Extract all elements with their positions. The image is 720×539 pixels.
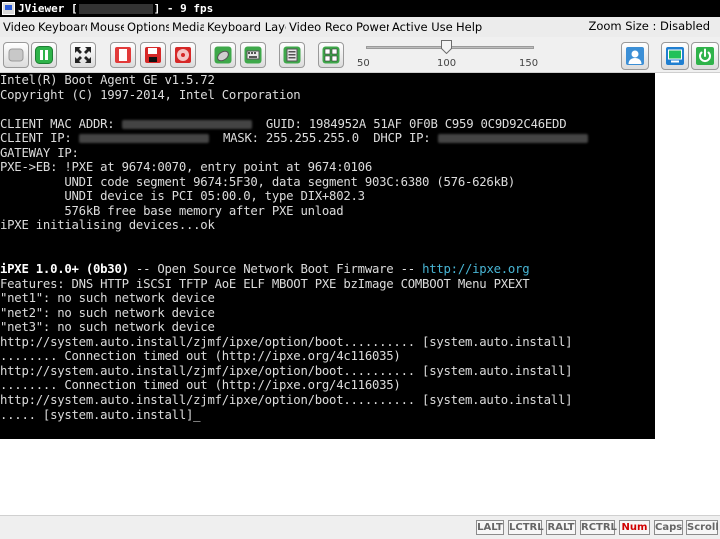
hotkey-icon bbox=[283, 46, 301, 64]
redacted-client-ip bbox=[78, 134, 209, 144]
scroll-lock-indicator[interactable]: Scroll bbox=[686, 520, 719, 535]
active-user-button[interactable] bbox=[621, 42, 649, 70]
multi-window-button[interactable] bbox=[318, 42, 344, 68]
menu-video-record[interactable]: Video Recor bbox=[286, 20, 353, 34]
menu-active-user[interactable]: Active User bbox=[389, 20, 453, 34]
console-line: http://system.auto.install/zjmf/ipxe/opt… bbox=[0, 363, 573, 378]
stop-button[interactable] bbox=[3, 42, 29, 68]
console-line: MASK: 255.255.255.0 DHCP IP: bbox=[208, 131, 438, 146]
console-line: http://system.auto.install/zjmf/ipxe/opt… bbox=[0, 393, 573, 408]
lctrl-key-indicator[interactable]: LCTRL bbox=[508, 520, 544, 535]
console-line: "net1": no such network device bbox=[0, 291, 215, 306]
console-margin bbox=[655, 73, 720, 439]
console-line: GATEWAY IP: bbox=[0, 145, 79, 160]
menu-options[interactable]: Options bbox=[124, 20, 169, 34]
user-icon bbox=[626, 47, 644, 65]
power-icon bbox=[696, 47, 714, 65]
hotkey-button[interactable] bbox=[279, 42, 305, 68]
window-title: JViewer [ ] - 9 fps bbox=[18, 2, 213, 15]
multi-window-icon bbox=[322, 46, 340, 64]
zoom-status: Zoom Size : Disabled bbox=[588, 19, 710, 33]
document-icon bbox=[115, 47, 131, 63]
menu-mouse[interactable]: Mouse bbox=[87, 20, 124, 34]
fullscreen-icon bbox=[75, 47, 91, 63]
redacted-host bbox=[78, 4, 153, 14]
cdrom-icon bbox=[175, 47, 191, 63]
keyboard-button[interactable] bbox=[240, 42, 266, 68]
redacted-mac bbox=[121, 119, 252, 129]
console-line: ........ Connection timed out (http://ip… bbox=[0, 378, 401, 393]
console-line: Features: DNS HTTP iSCSI TFTP AoE ELF MB… bbox=[0, 276, 530, 291]
zoom-tick-100: 100 bbox=[437, 58, 457, 69]
caps-lock-indicator[interactable]: Caps bbox=[654, 520, 683, 535]
menu-help[interactable]: Help bbox=[453, 20, 487, 34]
console-line: CLIENT MAC ADDR: bbox=[0, 116, 122, 131]
zoom-slider[interactable]: 50 100 150 bbox=[357, 39, 539, 71]
remote-console-screen[interactable]: Intel(R) Boot Agent GE v1.5.72 Copyright… bbox=[0, 73, 655, 439]
menu-keyboard[interactable]: Keyboard bbox=[35, 20, 87, 34]
ralt-key-indicator[interactable]: RALT bbox=[546, 520, 576, 535]
zoom-tick-50: 50 bbox=[357, 58, 370, 69]
console-line: -- Open Source Network Boot Firmware -- bbox=[128, 262, 423, 277]
menu-bar: Video Keyboard Mouse Options Media Keybo… bbox=[0, 17, 720, 37]
console-line: "net3": no such network device bbox=[0, 320, 215, 335]
console-line: UNDI code segment 9674:5F30, data segmen… bbox=[0, 174, 516, 189]
console-cursor: _ bbox=[193, 407, 201, 422]
menu-power[interactable]: Power bbox=[353, 20, 389, 34]
lalt-key-indicator[interactable]: LALT bbox=[476, 520, 504, 535]
console-line: Intel(R) Boot Agent GE v1.5.72 bbox=[0, 73, 215, 87]
console-line: CLIENT IP: bbox=[0, 131, 79, 146]
mouse-button[interactable] bbox=[210, 42, 236, 68]
monitor-icon bbox=[666, 47, 684, 65]
stop-icon bbox=[8, 48, 24, 62]
window-title-suffix: ] - 9 fps bbox=[153, 2, 214, 15]
redacted-dhcp-ip bbox=[437, 134, 588, 144]
console-line: GUID: 1984952A 51AF 0F0B C959 0C9D92C46E… bbox=[251, 116, 567, 131]
console-line: UNDI device is PCI 05:00.0, type DIX+802… bbox=[0, 189, 365, 204]
title-bar: JViewer [ ] - 9 fps bbox=[0, 0, 720, 17]
mouse-icon bbox=[214, 46, 232, 64]
pause-button[interactable] bbox=[31, 42, 57, 68]
document-button[interactable] bbox=[110, 42, 136, 68]
window-title-prefix: JViewer [ bbox=[18, 2, 78, 15]
menu-keyboard-layout[interactable]: Keyboard Layo bbox=[204, 20, 286, 34]
menu-media[interactable]: Media bbox=[169, 20, 204, 34]
console-line: iPXE initialising devices...ok bbox=[0, 218, 215, 233]
console-line: ..... [system.auto.install] bbox=[0, 407, 194, 422]
app-icon bbox=[2, 2, 15, 15]
console-line: iPXE 1.0.0+ (0b30) bbox=[0, 262, 129, 277]
console-text: Intel(R) Boot Agent GE v1.5.72 Copyright… bbox=[0, 73, 655, 422]
menu-video[interactable]: Video bbox=[0, 20, 35, 34]
keyboard-icon bbox=[244, 46, 262, 64]
power-button[interactable] bbox=[691, 42, 719, 70]
rctrl-key-indicator[interactable]: RCTRL bbox=[580, 520, 617, 535]
console-line: "net2": no such network device bbox=[0, 305, 215, 320]
zoom-slider-thumb[interactable] bbox=[441, 40, 452, 54]
num-lock-indicator[interactable]: Num bbox=[619, 520, 650, 535]
floppy-icon bbox=[145, 47, 161, 63]
status-bar: LALT LCTRL RALT RCTRL Num Caps Scroll bbox=[0, 515, 720, 539]
floppy-button[interactable] bbox=[140, 42, 166, 68]
console-line: PXE->EB: !PXE at 9674:0070, entry point … bbox=[0, 160, 372, 175]
fullscreen-button[interactable] bbox=[70, 42, 96, 68]
console-line: http://system.auto.install/zjmf/ipxe/opt… bbox=[0, 334, 573, 349]
console-link: http://ipxe.org bbox=[422, 262, 530, 277]
cdrom-button[interactable] bbox=[170, 42, 196, 68]
console-line: ........ Connection timed out (http://ip… bbox=[0, 349, 401, 364]
zoom-tick-150: 150 bbox=[519, 58, 539, 69]
console-line: Copyright (C) 1997-2014, Intel Corporati… bbox=[0, 87, 301, 102]
pause-icon bbox=[35, 46, 53, 64]
monitor-button[interactable] bbox=[661, 42, 689, 70]
console-line: 576kB free base memory after PXE unload bbox=[0, 203, 344, 218]
